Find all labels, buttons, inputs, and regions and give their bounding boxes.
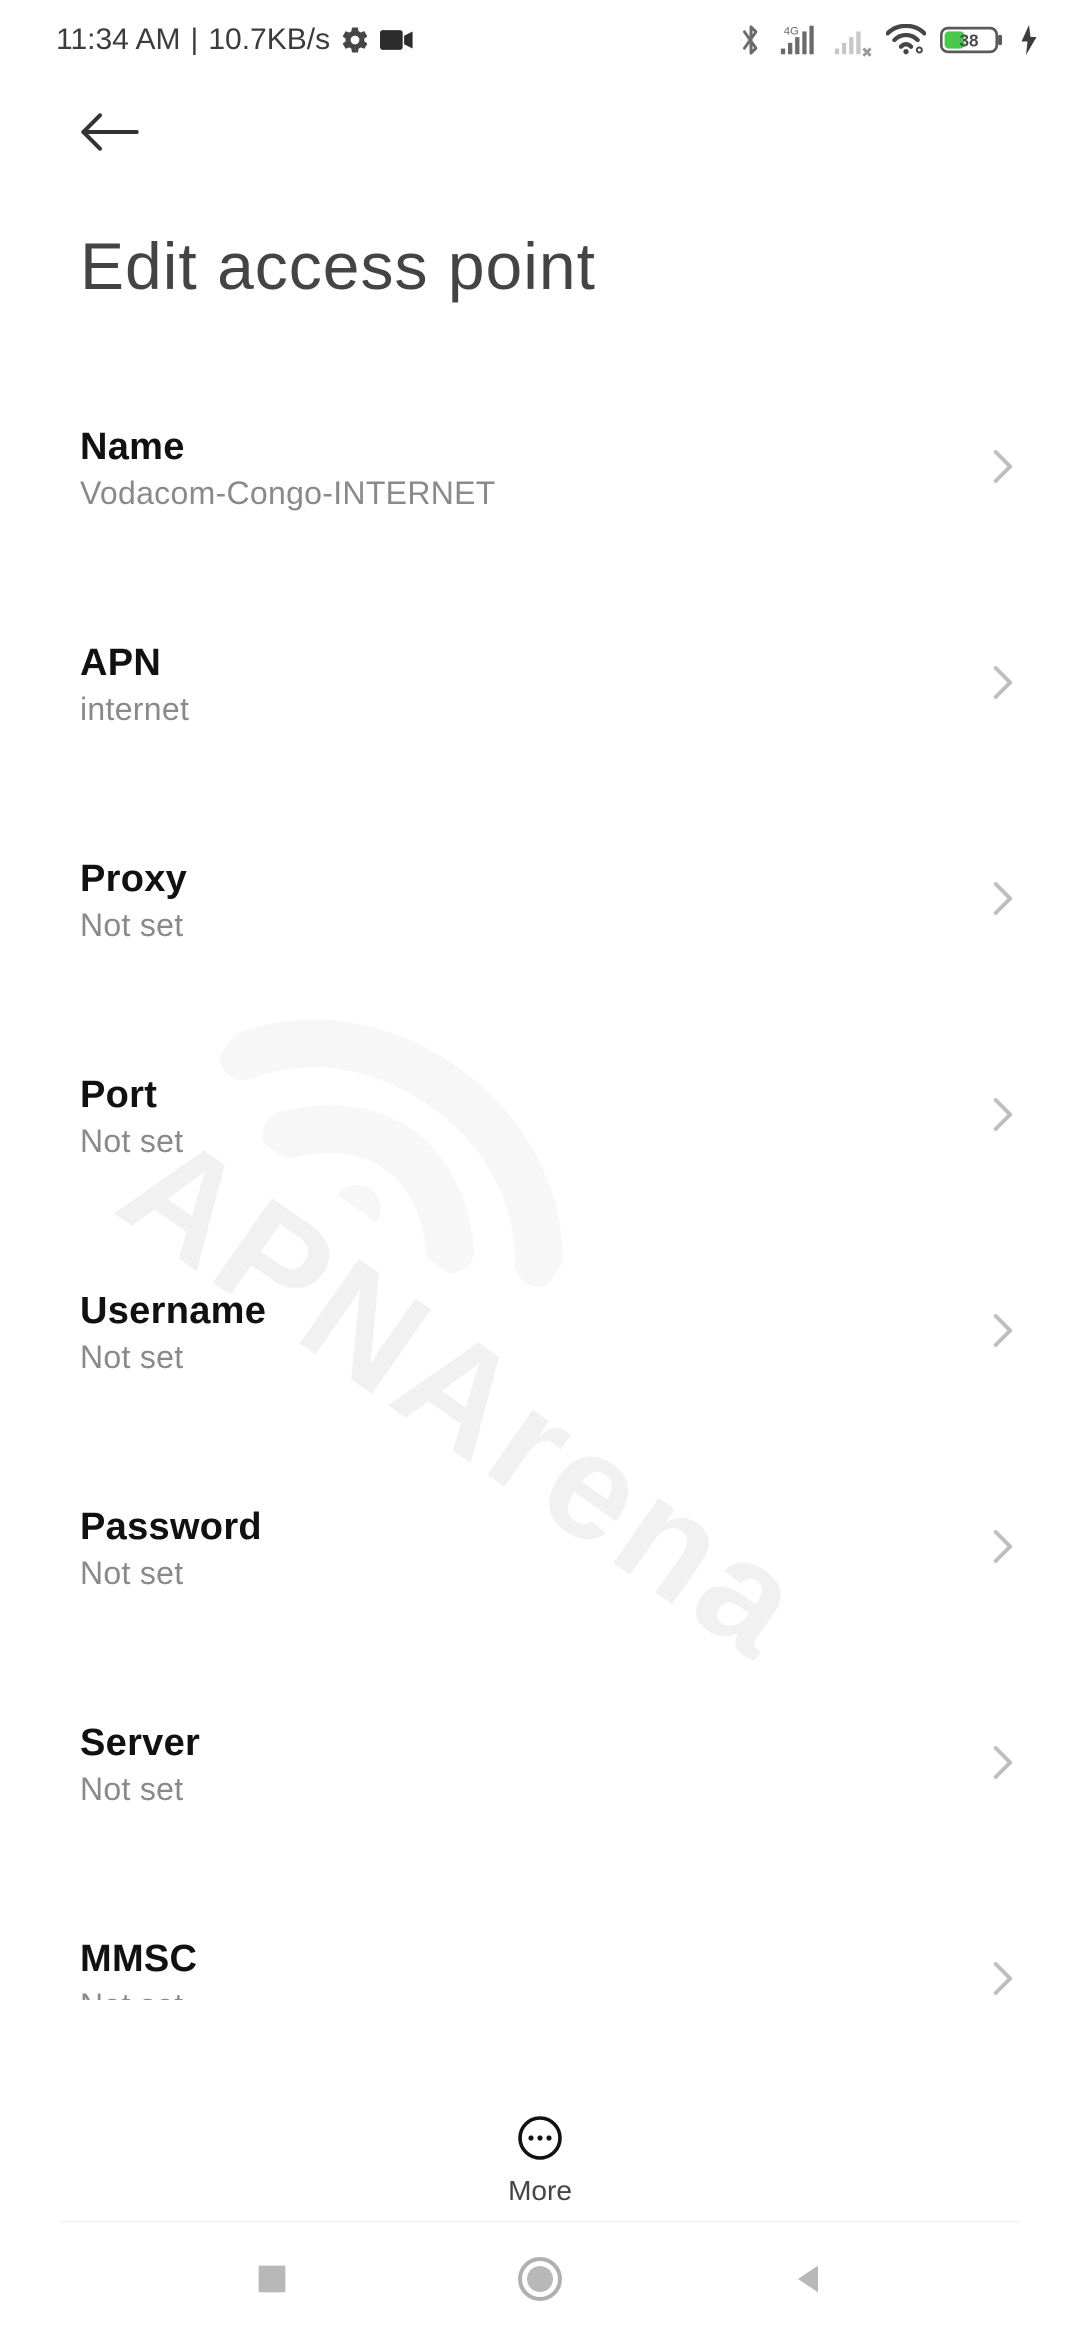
item-label: Username	[80, 1290, 1000, 1333]
gear-icon	[340, 25, 370, 55]
camera-icon	[380, 28, 414, 52]
charging-icon	[1020, 25, 1038, 55]
system-nav-bar	[0, 2222, 1080, 2340]
item-value: Not set	[80, 1771, 1000, 1808]
chevron-right-icon	[992, 881, 1014, 922]
item-label: Proxy	[80, 858, 1000, 901]
status-net-speed: 10.7KB/s	[208, 23, 330, 57]
nav-home-button[interactable]	[516, 2255, 564, 2308]
apn-item-name[interactable]: Name Vodacom-Congo-INTERNET	[0, 400, 1080, 538]
signal-nosim-icon	[832, 22, 872, 58]
item-value: internet	[80, 691, 1000, 728]
battery-icon: 38	[940, 24, 1006, 56]
chevron-right-icon	[992, 665, 1014, 706]
nav-back-button[interactable]	[788, 2259, 828, 2304]
item-value: Not set	[80, 907, 1000, 944]
item-value: Not set	[80, 1987, 1000, 2000]
more-icon	[516, 2114, 564, 2167]
arrow-left-icon	[80, 108, 140, 156]
item-label: APN	[80, 642, 1000, 685]
apn-item-server[interactable]: Server Not set	[0, 1696, 1080, 1834]
item-value: Not set	[80, 1123, 1000, 1160]
signal-4g-icon: 4G	[778, 22, 818, 58]
item-label: Name	[80, 426, 1000, 469]
apn-item-apn[interactable]: APN internet	[0, 616, 1080, 754]
status-sep: |	[191, 23, 199, 57]
chevron-right-icon	[992, 449, 1014, 490]
back-button[interactable]	[80, 108, 140, 161]
page-title: Edit access point	[80, 228, 596, 304]
svg-text:4G: 4G	[784, 25, 799, 37]
item-value: Not set	[80, 1339, 1000, 1376]
chevron-right-icon	[992, 1097, 1014, 1138]
settings-list: Name Vodacom-Congo-INTERNET APN internet…	[0, 400, 1080, 2000]
item-label: MMSC	[80, 1938, 1000, 1981]
apn-item-username[interactable]: Username Not set	[0, 1264, 1080, 1402]
item-value: Vodacom-Congo-INTERNET	[80, 475, 1000, 512]
more-label: More	[508, 2175, 572, 2207]
status-time: 11:34 AM	[56, 23, 181, 57]
svg-text:38: 38	[959, 31, 979, 51]
apn-item-proxy[interactable]: Proxy Not set	[0, 832, 1080, 970]
apn-item-mmsc[interactable]: MMSC Not set	[0, 1912, 1080, 2000]
item-label: Server	[80, 1722, 1000, 1765]
chevron-right-icon	[992, 1313, 1014, 1354]
nav-recents-button[interactable]	[252, 2259, 292, 2304]
apn-item-port[interactable]: Port Not set	[0, 1048, 1080, 1186]
apn-item-password[interactable]: Password Not set	[0, 1480, 1080, 1618]
item-label: Password	[80, 1506, 1000, 1549]
more-button[interactable]: More	[0, 2100, 1080, 2220]
status-bar: 11:34 AM | 10.7KB/s 4G 38	[0, 0, 1080, 80]
item-value: Not set	[80, 1555, 1000, 1592]
chevron-right-icon	[992, 1529, 1014, 1570]
chevron-right-icon	[992, 1961, 1014, 2001]
bluetooth-icon	[738, 22, 764, 58]
wifi-icon	[886, 24, 926, 56]
chevron-right-icon	[992, 1745, 1014, 1786]
item-label: Port	[80, 1074, 1000, 1117]
